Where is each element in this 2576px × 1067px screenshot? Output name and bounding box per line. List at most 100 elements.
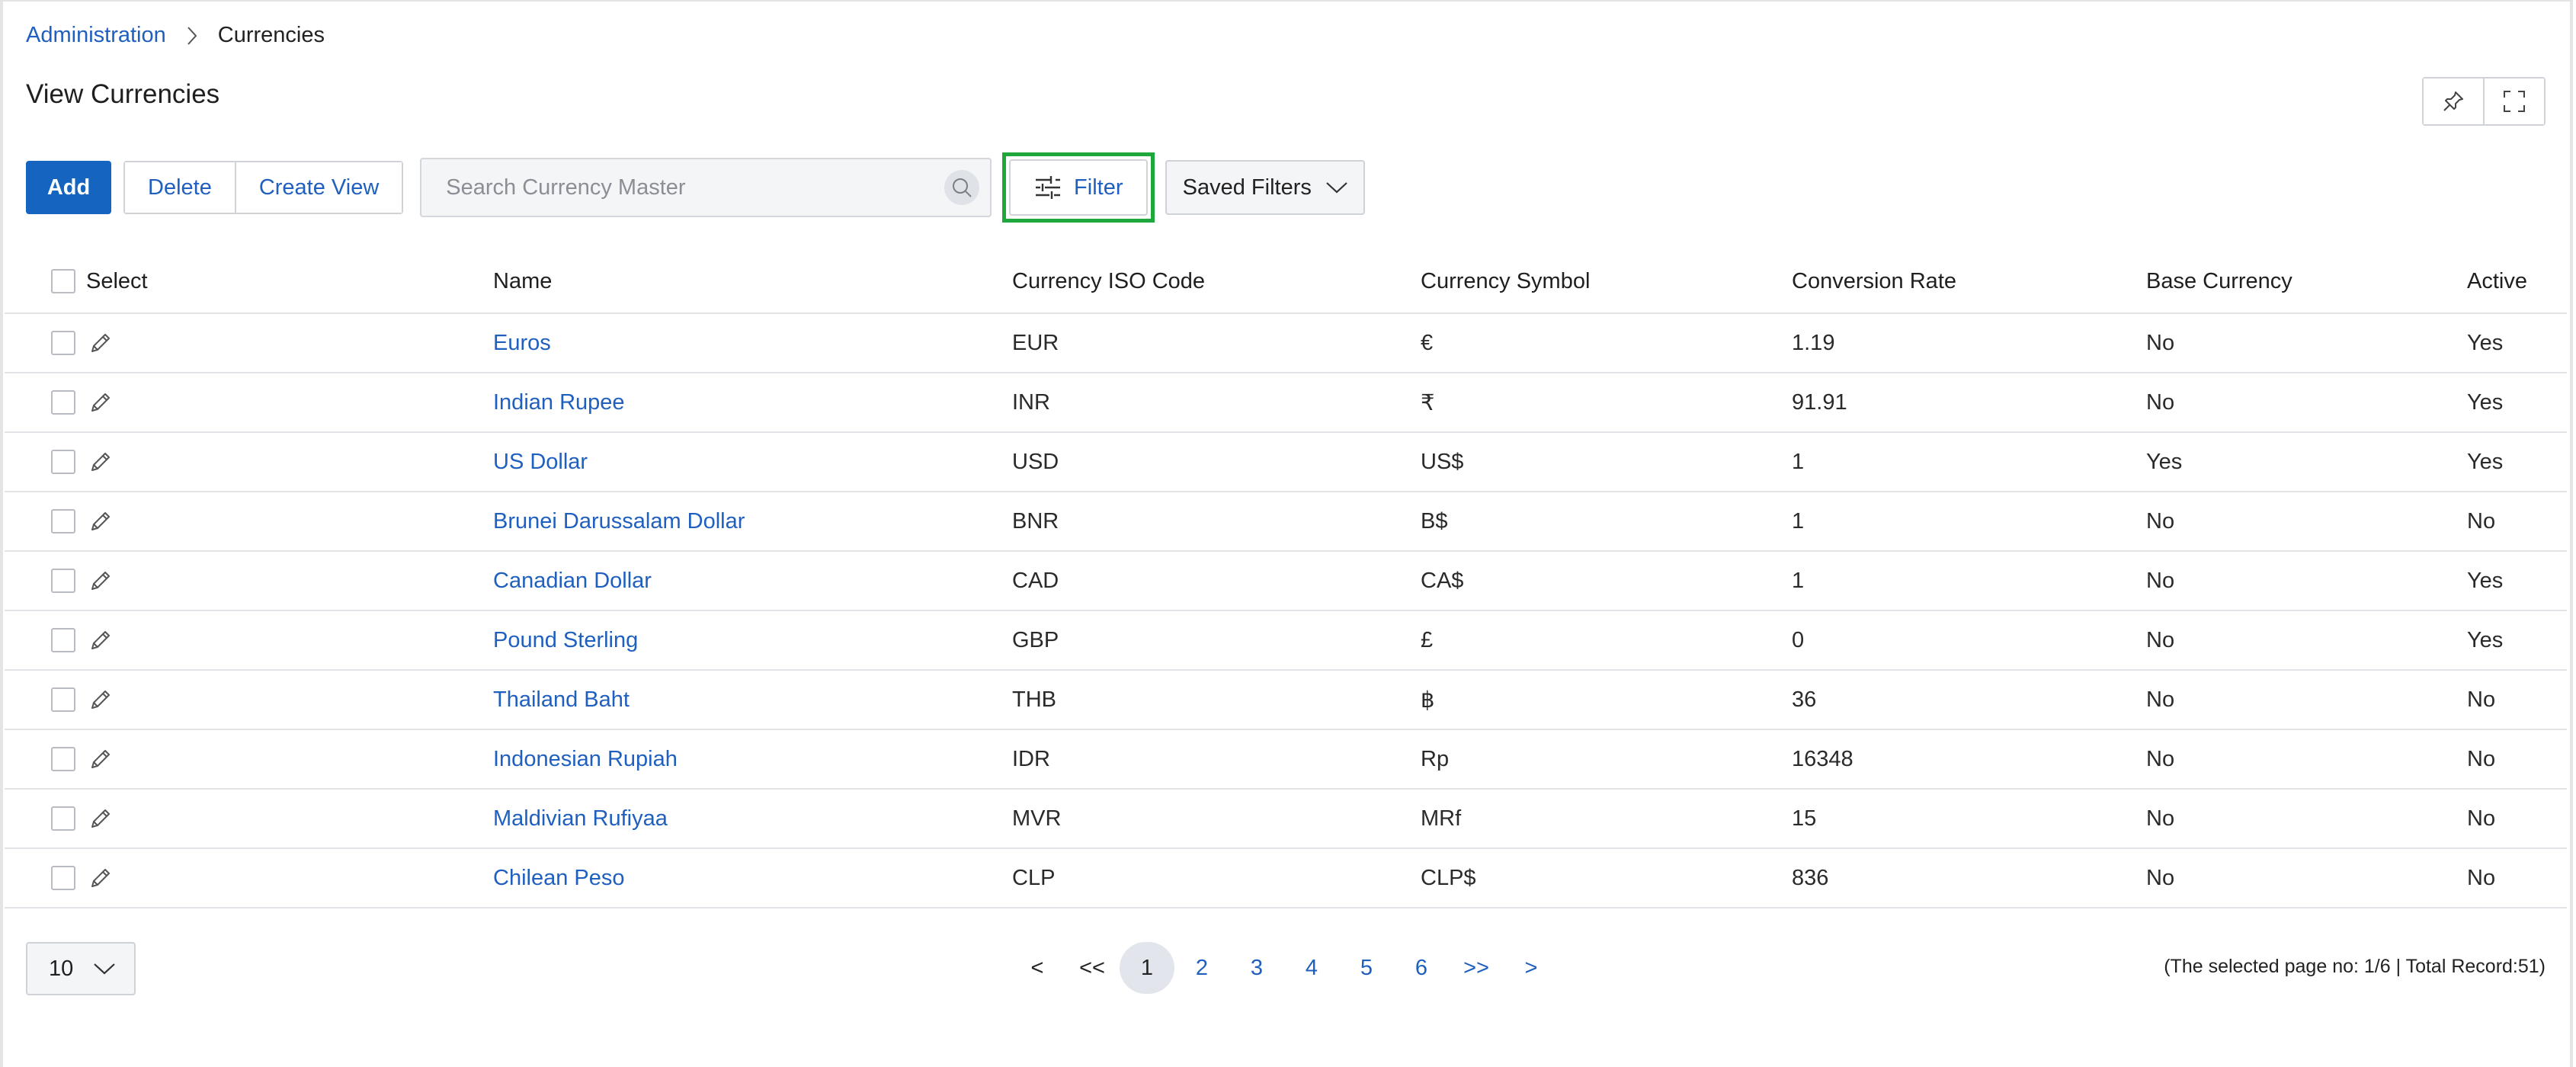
row-base-currency: Yes <box>2146 432 2467 492</box>
header-active[interactable]: Active <box>2467 250 2567 314</box>
prev-page-button[interactable]: < <box>1010 942 1065 994</box>
breadcrumb-current: Currencies <box>217 23 325 47</box>
table-row: Pound Sterling GBP £0 No Yes <box>5 610 2567 671</box>
currency-name-link[interactable]: Pound Sterling <box>493 628 638 652</box>
row-checkbox[interactable] <box>51 509 75 534</box>
row-base-currency: No <box>2146 848 2467 908</box>
header-base-currency[interactable]: Base Currency <box>2146 250 2467 314</box>
edit-pencil-icon[interactable] <box>88 627 114 653</box>
currency-name-link[interactable]: Canadian Dollar <box>493 569 652 593</box>
row-name-cell: Pound Sterling <box>493 610 1012 671</box>
filter-button[interactable]: Filter <box>1009 159 1149 216</box>
row-checkbox[interactable] <box>51 569 75 594</box>
first-page-button[interactable]: << <box>1065 942 1120 994</box>
page-4-button[interactable]: 4 <box>1284 942 1339 994</box>
row-base-currency: No <box>2146 789 2467 849</box>
page-5-button[interactable]: 5 <box>1339 942 1394 994</box>
row-active: No <box>2467 729 2567 790</box>
row-conversion-rate: 1 <box>1792 551 2146 611</box>
currency-name-link[interactable]: Indian Rupee <box>493 390 625 415</box>
table-row: US Dollar USD US$ 1 Yes Yes <box>5 432 2567 492</box>
table-row: Canadian Dollar CAD CA$ 1 No Yes <box>5 551 2567 611</box>
fullscreen-button[interactable] <box>2483 79 2544 124</box>
header-symbol[interactable]: Currency Symbol <box>1421 250 1792 314</box>
select-all-checkbox[interactable] <box>51 269 75 294</box>
row-symbol: ฿ <box>1421 670 1792 730</box>
create-view-button[interactable]: Create View <box>234 162 402 213</box>
edit-pencil-icon[interactable] <box>88 508 114 534</box>
header-conversion-rate[interactable]: Conversion Rate <box>1792 250 2146 314</box>
row-conversion-rate: 0 <box>1792 610 2146 671</box>
row-iso-code: THB <box>1012 670 1421 730</box>
edit-pencil-icon[interactable] <box>88 449 114 475</box>
row-active: Yes <box>2467 610 2567 671</box>
row-active: No <box>2467 670 2567 730</box>
page-size-select[interactable]: 10 <box>26 942 136 995</box>
table-row: Chilean Peso CLP CLP$ 836 No No <box>5 848 2567 908</box>
row-conversion-rate: 1 <box>1792 432 2146 492</box>
breadcrumb: Administration Currencies <box>26 23 325 48</box>
row-checkbox[interactable] <box>51 747 75 772</box>
search-input[interactable] <box>444 174 945 201</box>
currency-name-link[interactable]: US Dollar <box>493 450 588 474</box>
search-button[interactable] <box>944 170 980 205</box>
edit-pencil-icon[interactable] <box>88 865 114 891</box>
row-symbol: B$ <box>1421 492 1792 552</box>
row-iso-code: CLP <box>1012 848 1421 908</box>
currency-name-link[interactable]: Chilean Peso <box>493 866 625 890</box>
header-select: Select <box>5 250 493 314</box>
chevron-down-icon <box>1325 181 1348 194</box>
row-iso-code: USD <box>1012 432 1421 492</box>
pin-button[interactable] <box>2424 79 2483 124</box>
currency-name-link[interactable]: Indonesian Rupiah <box>493 747 678 771</box>
row-select-cell <box>5 551 493 611</box>
row-checkbox[interactable] <box>51 806 75 831</box>
next-page-button[interactable]: > <box>1504 942 1559 994</box>
currency-name-link[interactable]: Maldivian Rufiyaa <box>493 806 668 831</box>
filter-label: Filter <box>1074 175 1123 200</box>
filter-highlight: Filter <box>1002 152 1155 223</box>
row-conversion-rate: 36 <box>1792 670 2146 730</box>
row-select-cell <box>5 729 493 790</box>
add-button[interactable]: Add <box>26 161 111 214</box>
row-select-cell <box>5 848 493 908</box>
row-base-currency: No <box>2146 729 2467 790</box>
page-2-button[interactable]: 2 <box>1174 942 1229 994</box>
row-name-cell: Maldivian Rufiyaa <box>493 789 1012 849</box>
row-symbol: CLP$ <box>1421 848 1792 908</box>
last-page-button[interactable]: >> <box>1449 942 1504 994</box>
delete-button[interactable]: Delete <box>125 162 235 213</box>
header-name[interactable]: Name <box>493 250 1012 314</box>
row-conversion-rate: 1.19 <box>1792 313 2146 373</box>
edit-pencil-icon[interactable] <box>88 687 114 713</box>
row-symbol: MRf <box>1421 789 1792 849</box>
edit-pencil-icon[interactable] <box>88 568 114 594</box>
currency-name-link[interactable]: Thailand Baht <box>493 687 630 712</box>
header-iso-code[interactable]: Currency ISO Code <box>1012 250 1421 314</box>
edit-pencil-icon[interactable] <box>88 746 114 772</box>
row-checkbox[interactable] <box>51 628 75 653</box>
currency-name-link[interactable]: Euros <box>493 331 551 355</box>
table-row: Thailand Baht THB ฿ 36 No No <box>5 670 2567 730</box>
edit-pencil-icon[interactable] <box>88 389 114 415</box>
row-checkbox[interactable] <box>51 331 75 356</box>
row-checkbox[interactable] <box>51 687 75 713</box>
row-active: No <box>2467 848 2567 908</box>
page-3-button[interactable]: 3 <box>1229 942 1284 994</box>
row-name-cell: Brunei Darussalam Dollar <box>493 492 1012 552</box>
row-name-cell: Indian Rupee <box>493 373 1012 433</box>
row-select-cell <box>5 670 493 730</box>
row-iso-code: IDR <box>1012 729 1421 790</box>
table-row: Brunei Darussalam Dollar BNR B$ 1 No No <box>5 492 2567 552</box>
row-checkbox[interactable] <box>51 866 75 891</box>
currency-name-link[interactable]: Brunei Darussalam Dollar <box>493 509 745 534</box>
row-checkbox[interactable] <box>51 390 75 415</box>
breadcrumb-administration-link[interactable]: Administration <box>26 23 166 48</box>
edit-pencil-icon[interactable] <box>88 806 114 831</box>
page-6-button[interactable]: 6 <box>1394 942 1449 994</box>
row-conversion-rate: 1 <box>1792 492 2146 552</box>
row-checkbox[interactable] <box>51 450 75 475</box>
saved-filters-dropdown[interactable]: Saved Filters <box>1165 160 1366 215</box>
edit-pencil-icon[interactable] <box>88 330 114 356</box>
page-1-button[interactable]: 1 <box>1120 942 1174 994</box>
